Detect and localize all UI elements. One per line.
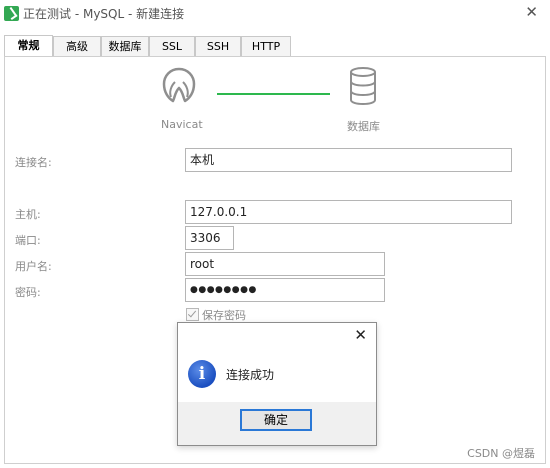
connection-success-dialog: ✕ i 连接成功 确定 xyxy=(177,322,377,446)
dialog-close-button[interactable]: ✕ xyxy=(354,326,367,344)
connection-status-line xyxy=(217,93,330,95)
tab-advanced[interactable]: 高级 xyxy=(53,36,101,56)
tab-http[interactable]: HTTP xyxy=(241,36,291,56)
navicat-logo-icon xyxy=(162,67,196,103)
tab-ssh[interactable]: SSH xyxy=(195,36,241,56)
watermark-text: CSDN @煜磊 xyxy=(467,447,535,460)
window-titlebar: 正在测试 - MySQL - 新建连接 ✕ xyxy=(0,0,550,28)
tab-ssl[interactable]: SSL xyxy=(149,36,195,56)
save-password-label: 保存密码 xyxy=(202,309,246,322)
password-label: 密码: xyxy=(15,286,41,299)
database-label: 数据库 xyxy=(347,120,380,133)
save-password-checkbox[interactable] xyxy=(186,308,199,321)
username-label: 用户名: xyxy=(15,260,52,273)
host-label: 主机: xyxy=(15,208,41,221)
username-input[interactable]: root xyxy=(185,252,385,276)
dialog-titlebar: ✕ xyxy=(178,323,376,347)
port-label: 端口: xyxy=(15,234,41,247)
port-input[interactable]: 3306 xyxy=(185,226,234,250)
dialog-message: 连接成功 xyxy=(226,368,275,382)
window-title: 正在测试 - MySQL - 新建连接 xyxy=(23,7,185,21)
database-icon xyxy=(350,67,376,106)
host-input[interactable]: 127.0.0.1 xyxy=(185,200,512,224)
connection-name-input[interactable]: 本机 xyxy=(185,148,512,172)
ok-button[interactable]: 确定 xyxy=(240,409,312,431)
tab-databases[interactable]: 数据库 xyxy=(101,36,149,56)
dialog-body: i 连接成功 xyxy=(178,347,376,402)
dialog-footer: 确定 xyxy=(178,402,376,445)
navicat-app-icon xyxy=(4,6,19,21)
connection-name-label: 连接名: xyxy=(15,156,52,169)
password-input[interactable]: ●●●●●●●● xyxy=(185,278,385,302)
navicat-label: Navicat xyxy=(161,118,203,131)
window-close-button[interactable]: ✕ xyxy=(525,3,538,21)
info-icon: i xyxy=(188,360,216,388)
tab-general[interactable]: 常规 xyxy=(4,35,53,57)
